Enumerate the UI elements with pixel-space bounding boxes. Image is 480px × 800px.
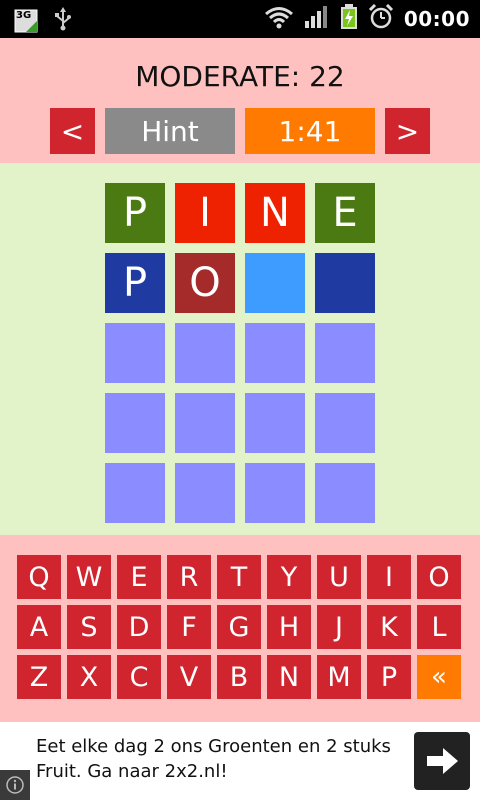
status-bar: 3G 00:00 (0, 0, 480, 38)
key-r[interactable]: R (167, 555, 211, 599)
board-tile (105, 323, 165, 383)
key-k[interactable]: K (367, 605, 411, 649)
signal-icon (304, 5, 330, 33)
board-tile (175, 323, 235, 383)
previous-level-button[interactable]: < (50, 108, 95, 154)
key-x[interactable]: X (67, 655, 111, 699)
board-tile (245, 323, 305, 383)
letter-board: PINE PO (0, 163, 480, 535)
board-tile (245, 253, 305, 313)
key-d[interactable]: D (117, 605, 161, 649)
key-a[interactable]: A (17, 605, 61, 649)
key-n[interactable]: N (267, 655, 311, 699)
board-tile (105, 463, 165, 523)
battery-charging-icon (340, 4, 358, 34)
backspace-key[interactable]: « (417, 655, 461, 699)
key-v[interactable]: V (167, 655, 211, 699)
info-icon (6, 776, 24, 794)
timer-display: 1:41 (245, 108, 375, 154)
key-b[interactable]: B (217, 655, 261, 699)
hint-button[interactable]: Hint (105, 108, 235, 154)
board-tile: N (245, 183, 305, 243)
key-t[interactable]: T (217, 555, 261, 599)
ad-text[interactable]: Eet elke dag 2 ons Groenten en 2 stuks F… (36, 734, 396, 784)
key-s[interactable]: S (67, 605, 111, 649)
board-tile (175, 463, 235, 523)
ad-arrow-button[interactable] (414, 732, 470, 790)
board-tile (245, 393, 305, 453)
ad-info-button[interactable] (0, 770, 30, 800)
key-e[interactable]: E (117, 555, 161, 599)
board-tile: I (175, 183, 235, 243)
board-tile (315, 253, 375, 313)
clock-time: 00:00 (403, 7, 470, 31)
key-u[interactable]: U (317, 555, 361, 599)
board-tile: P (105, 253, 165, 313)
board-tile: P (105, 183, 165, 243)
board-tile (245, 463, 305, 523)
usb-icon (54, 7, 72, 35)
letter-keyboard: Q W E R T Y U I O A S D F G H J K L Z X C V B N M P « (0, 535, 480, 722)
key-l[interactable]: L (417, 605, 461, 649)
key-i[interactable]: I (367, 555, 411, 599)
alarm-icon (368, 3, 394, 34)
board-tile (315, 463, 375, 523)
game-header: MODERATE: 22 < Hint 1:41 > (0, 38, 480, 163)
network-3g-icon: 3G (14, 9, 38, 33)
key-h[interactable]: H (267, 605, 311, 649)
key-m[interactable]: M (317, 655, 361, 699)
next-level-button[interactable]: > (385, 108, 430, 154)
key-g[interactable]: G (217, 605, 261, 649)
key-c[interactable]: C (117, 655, 161, 699)
board-tile: O (175, 253, 235, 313)
ad-banner[interactable]: Eet elke dag 2 ons Groenten en 2 stuks F… (0, 722, 480, 800)
board-tile (175, 393, 235, 453)
key-o[interactable]: O (417, 555, 461, 599)
key-q[interactable]: Q (17, 555, 61, 599)
board-tile (315, 393, 375, 453)
key-w[interactable]: W (67, 555, 111, 599)
key-f[interactable]: F (167, 605, 211, 649)
key-j[interactable]: J (317, 605, 361, 649)
board-tile (105, 393, 165, 453)
board-tile (315, 323, 375, 383)
board-tile: E (315, 183, 375, 243)
wifi-icon (264, 5, 294, 33)
arrow-right-icon (427, 748, 458, 774)
key-p[interactable]: P (367, 655, 411, 699)
network-label: 3G (16, 10, 32, 21)
key-y[interactable]: Y (267, 555, 311, 599)
level-title: MODERATE: 22 (135, 60, 345, 93)
key-z[interactable]: Z (17, 655, 61, 699)
